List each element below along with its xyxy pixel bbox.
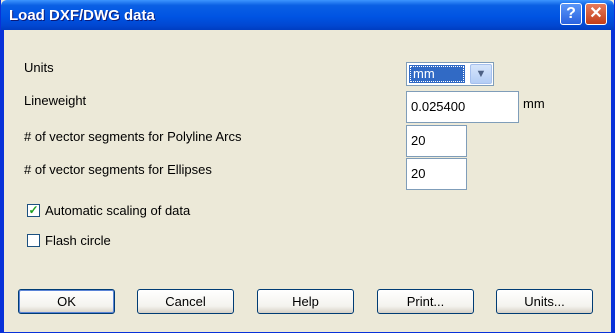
units-label: Units xyxy=(24,60,54,75)
units-select-value: mm xyxy=(409,65,465,83)
ellipses-label: # of vector segments for Ellipses xyxy=(24,162,212,177)
dialog-window: Load DXF/DWG data ? ✕ Units mm ▼ Linewei… xyxy=(0,0,615,333)
ok-button[interactable]: OK xyxy=(18,289,115,314)
window-right-border xyxy=(611,30,614,332)
lineweight-unit-label: mm xyxy=(523,96,545,111)
close-icon[interactable]: ✕ xyxy=(585,3,607,25)
lineweight-label: Lineweight xyxy=(24,93,87,108)
polyline-arcs-label: # of vector segments for Polyline Arcs xyxy=(24,129,242,144)
title-bar[interactable]: Load DXF/DWG data ? ✕ xyxy=(1,0,614,30)
units-select[interactable]: mm ▼ xyxy=(406,62,494,86)
window-left-border xyxy=(1,30,4,332)
auto-scale-label: Automatic scaling of data xyxy=(45,203,191,218)
cancel-button[interactable]: Cancel xyxy=(137,289,234,314)
checkmark-icon: ✓ xyxy=(28,203,39,217)
help-button[interactable]: Help xyxy=(257,289,354,314)
print-button[interactable]: Print... xyxy=(377,289,474,314)
dialog-title: Load DXF/DWG data xyxy=(9,7,155,24)
lineweight-field[interactable]: 0.025400 xyxy=(406,91,519,123)
chevron-down-icon[interactable]: ▼ xyxy=(470,64,492,84)
auto-scale-checkbox[interactable]: ✓ xyxy=(27,204,40,217)
units-button[interactable]: Units... xyxy=(496,289,593,314)
flash-circle-checkbox[interactable] xyxy=(27,234,40,247)
polyline-arcs-field[interactable]: 20 xyxy=(406,125,467,157)
flash-circle-label: Flash circle xyxy=(45,233,111,248)
ellipses-field[interactable]: 20 xyxy=(406,158,467,190)
help-icon[interactable]: ? xyxy=(560,3,582,25)
